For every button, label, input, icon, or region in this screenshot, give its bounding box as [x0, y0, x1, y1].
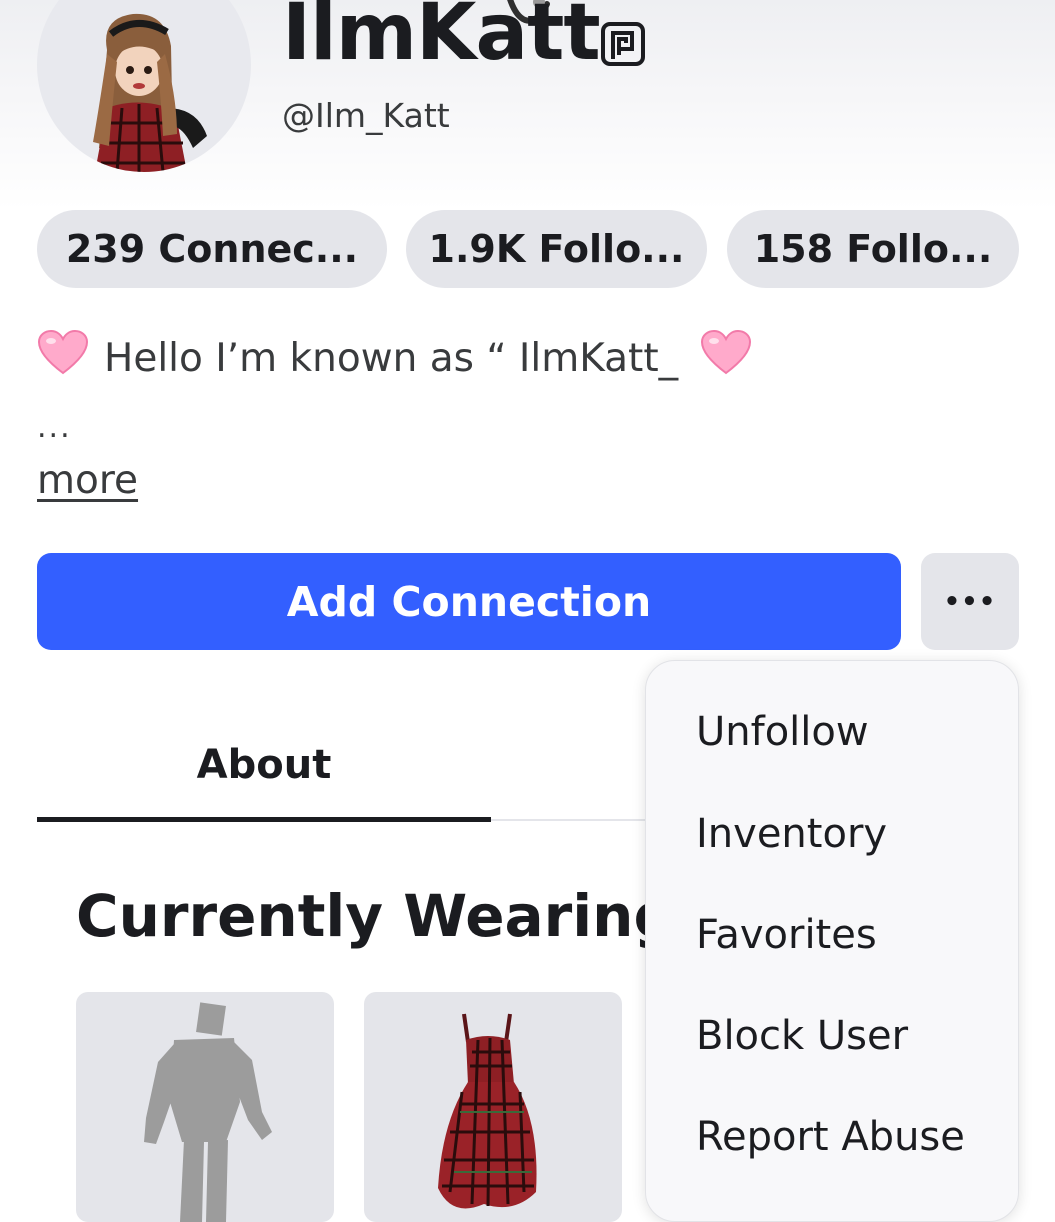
active-tab-indicator: [37, 817, 491, 822]
menu-item-unfollow[interactable]: Unfollow: [696, 709, 869, 755]
avatar-image: [93, 13, 207, 172]
following-count-label: 158 Follo...: [753, 227, 993, 271]
following-count-pill[interactable]: 158 Follo...: [727, 210, 1019, 288]
followers-count-pill[interactable]: 1.9K Follo...: [406, 210, 707, 288]
premium-badge-icon: [601, 22, 645, 66]
menu-item-favorites[interactable]: Favorites: [696, 912, 877, 958]
wearing-item-card[interactable]: [364, 992, 622, 1222]
avatar[interactable]: [37, 0, 251, 172]
tab-about[interactable]: About: [37, 710, 491, 820]
display-name: IlmKatt: [282, 0, 601, 78]
bio-text: Hello I’m known as “ IlmKatt_: [104, 335, 679, 381]
more-options-icon: •••: [943, 586, 997, 617]
followers-count-label: 1.9K Follo...: [428, 227, 685, 271]
connections-count-label: 239 Connec...: [65, 227, 359, 271]
add-connection-button[interactable]: Add Connection: [37, 553, 901, 650]
pink-heart-emoji-icon: [37, 329, 89, 387]
username: @Ilm_Katt: [282, 96, 450, 135]
menu-item-report-abuse[interactable]: Report Abuse: [696, 1114, 965, 1160]
section-title: Currently Wearing: [76, 882, 675, 950]
pink-heart-emoji-icon: [700, 329, 752, 387]
bio-ellipsis: ...: [37, 410, 72, 445]
wearing-item-card[interactable]: [76, 992, 334, 1222]
menu-item-inventory[interactable]: Inventory: [696, 811, 887, 857]
bio-more-link[interactable]: more: [37, 458, 138, 503]
connections-count-pill[interactable]: 239 Connec...: [37, 210, 387, 288]
menu-item-block-user[interactable]: Block User: [696, 1013, 908, 1059]
tab-about-label: About: [196, 742, 332, 788]
body-mannequin-icon: [144, 1002, 272, 1222]
bio: Hello I’m known as “ IlmKatt_: [37, 329, 752, 387]
more-options-button[interactable]: •••: [921, 553, 1019, 650]
more-options-menu: Unfollow Inventory Favorites Block User …: [645, 660, 1019, 1222]
plaid-dress-icon: [438, 1013, 537, 1209]
